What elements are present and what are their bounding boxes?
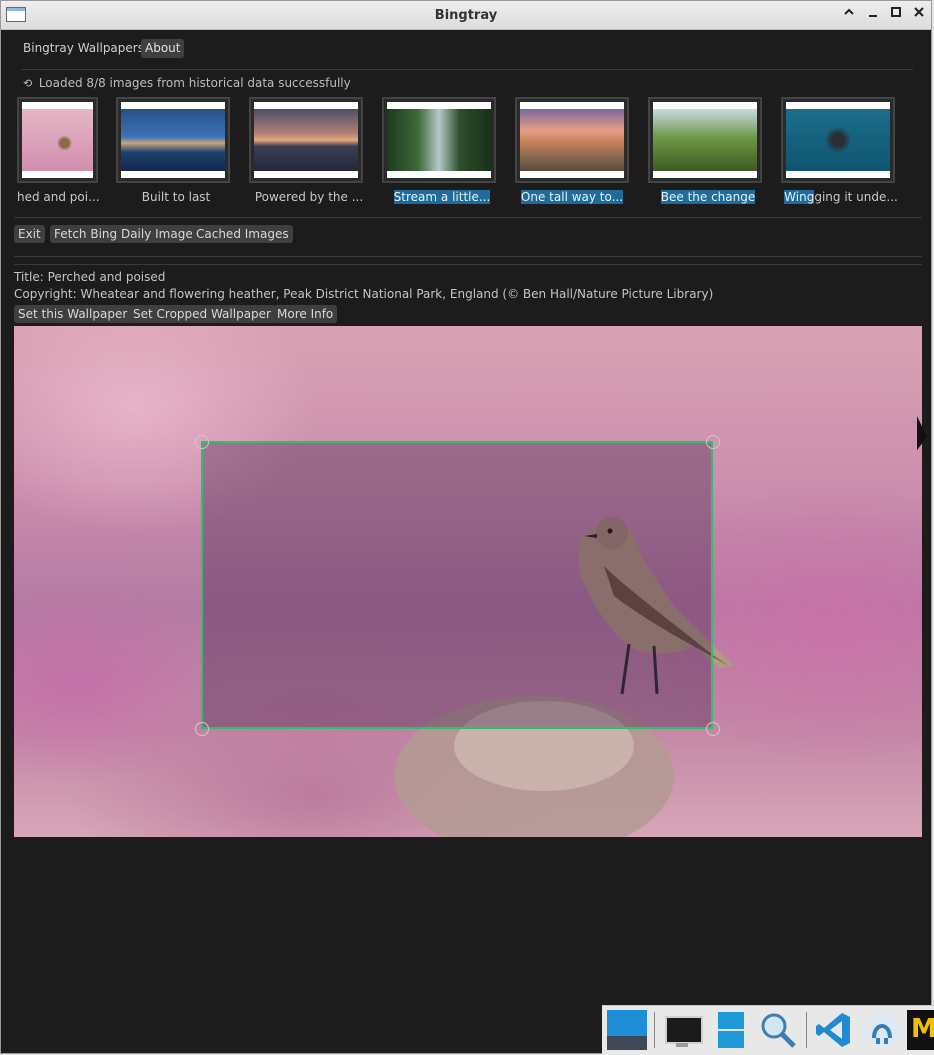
- window-title: Bingtray: [434, 8, 498, 23]
- status-message: ⟲ Loaded 8/8 images from historical data…: [23, 76, 351, 90]
- collapse-button[interactable]: [841, 6, 857, 24]
- set-cropped-wallpaper-button[interactable]: Set Cropped Wallpaper: [129, 305, 275, 323]
- crop-handle-top-left[interactable]: [195, 435, 209, 449]
- cached-images-button[interactable]: Cached Images: [192, 225, 293, 243]
- thumbnail-6[interactable]: [648, 97, 762, 183]
- about-menu-button[interactable]: About: [141, 39, 185, 58]
- divider: [14, 264, 922, 265]
- close-button[interactable]: [911, 6, 927, 24]
- minimize-button[interactable]: [865, 6, 881, 24]
- thumbnail-caption: One tall way to...: [520, 190, 624, 204]
- fetch-daily-image-button[interactable]: Fetch Bing Daily Image: [50, 225, 197, 243]
- image-copyright: Copyright: Wheatear and flowering heathe…: [14, 287, 714, 301]
- thumbnail-caption: hed and poi...: [17, 190, 100, 204]
- more-info-button[interactable]: More Info: [273, 305, 338, 323]
- chevron-up-icon: [844, 8, 854, 15]
- minimize-icon: [869, 15, 877, 17]
- thumbnail-2[interactable]: [116, 97, 230, 183]
- thumbnail-7[interactable]: [781, 97, 895, 183]
- dock-separator: [654, 1012, 655, 1048]
- thumbnail-caption: Bee the change: [660, 190, 756, 204]
- app-window: Bingtray Bingtray Wallpapers About ⟲ Loa…: [0, 0, 932, 1054]
- close-icon: [914, 7, 924, 17]
- title-bar[interactable]: Bingtray: [1, 1, 931, 30]
- window-icon[interactable]: [607, 1010, 647, 1050]
- thumbnail-1[interactable]: [17, 97, 98, 183]
- thumbnail-caption: Stream a little...: [393, 190, 491, 204]
- thumbnail-caption: Powered by the ...: [254, 190, 364, 204]
- menu-app-label: Bingtray Wallpapers: [23, 41, 144, 55]
- maximize-icon: [891, 7, 901, 17]
- image-title: Title: Perched and poised: [14, 270, 166, 284]
- thumbnail-4[interactable]: [382, 97, 496, 183]
- taskbar-dock: M: [602, 1005, 934, 1055]
- crop-selection[interactable]: [201, 441, 713, 729]
- divider: [14, 256, 922, 257]
- thumbnail-caption: Wingging it unde...: [784, 190, 898, 204]
- thumbnail-5[interactable]: [515, 97, 629, 183]
- refresh-icon: ⟲: [23, 77, 33, 90]
- app-m-icon[interactable]: M: [907, 1010, 934, 1050]
- exit-button[interactable]: Exit: [14, 225, 45, 243]
- dock-separator: [806, 1012, 807, 1048]
- crop-handle-top-right[interactable]: [706, 435, 720, 449]
- vscode-icon[interactable]: [814, 1010, 854, 1050]
- thumbnail-3[interactable]: [249, 97, 363, 183]
- maximize-button[interactable]: [888, 6, 904, 24]
- divider: [14, 217, 922, 218]
- mouse-cursor-icon: [917, 416, 927, 454]
- divider: [21, 69, 913, 70]
- status-text: Loaded 8/8 images from historical data s…: [38, 76, 351, 90]
- set-wallpaper-button[interactable]: Set this Wallpaper: [14, 305, 132, 323]
- thumbnail-caption: Built to last: [141, 190, 211, 204]
- crop-handle-bottom-right[interactable]: [706, 722, 720, 736]
- wallpaper-preview[interactable]: [14, 326, 922, 837]
- file-cabinet-icon[interactable]: [712, 1010, 752, 1050]
- octopus-icon[interactable]: [862, 1010, 902, 1050]
- monitor-icon[interactable]: [662, 1010, 703, 1050]
- search-icon[interactable]: [758, 1010, 798, 1050]
- crop-handle-bottom-left[interactable]: [195, 722, 209, 736]
